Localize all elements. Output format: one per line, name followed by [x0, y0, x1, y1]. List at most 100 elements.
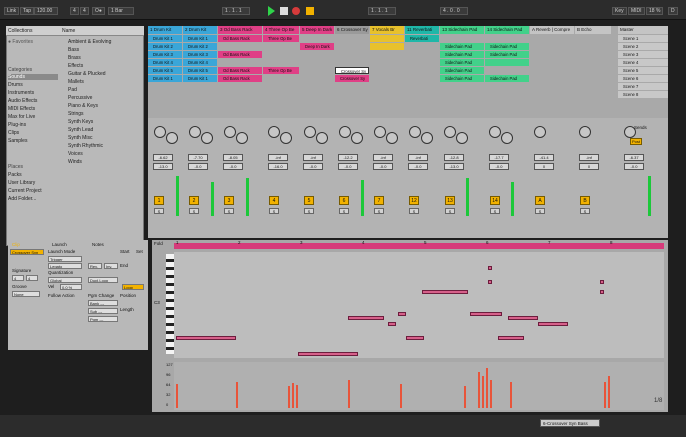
send-b-knob[interactable]: [236, 132, 248, 144]
track-activator[interactable]: 6: [339, 196, 349, 205]
track-header[interactable]: 5 Deep In Dark: [300, 26, 334, 34]
piano-keys[interactable]: [166, 254, 174, 354]
volume-readout[interactable]: -6.37: [624, 154, 644, 161]
track-activator[interactable]: 13: [445, 196, 455, 205]
pan-readout[interactable]: -0.0: [408, 163, 428, 170]
send-a-knob[interactable]: [489, 126, 501, 138]
clip-slot[interactable]: Three Op Be: [263, 67, 299, 74]
send-a-knob[interactable]: [409, 126, 421, 138]
midi-note[interactable]: [488, 266, 492, 270]
send-a-knob[interactable]: [224, 126, 236, 138]
solo-button[interactable]: S: [304, 208, 314, 214]
category-plug-ins[interactable]: Plug-ins: [8, 122, 26, 128]
clip-slot[interactable]: Crossover Sy: [335, 75, 369, 82]
velocity-bar[interactable]: [296, 385, 298, 408]
solo-button[interactable]: S: [224, 208, 234, 214]
send-a-knob[interactable]: [444, 126, 456, 138]
track-activator[interactable]: B: [580, 196, 590, 205]
send-a-knob[interactable]: [189, 126, 201, 138]
category-max-for-live[interactable]: Max for Live: [8, 114, 35, 120]
track-activator[interactable]: 3: [224, 196, 234, 205]
midi-note[interactable]: [422, 290, 468, 294]
velocity-bar[interactable]: [510, 382, 512, 408]
groove-select[interactable]: None: [12, 291, 40, 297]
send-a-knob[interactable]: [579, 126, 591, 138]
fold-button[interactable]: Fold: [154, 241, 163, 246]
midi-note[interactable]: [600, 290, 604, 294]
scene-6[interactable]: Scene 6: [618, 75, 668, 82]
send-a-knob[interactable]: [154, 126, 166, 138]
volume-readout[interactable]: -inf: [303, 154, 323, 161]
send-b-knob[interactable]: [421, 132, 433, 144]
browser-item[interactable]: Synth Lead: [68, 127, 93, 133]
pan-readout[interactable]: -16.0: [268, 163, 288, 170]
pan-readout[interactable]: -13.0: [444, 163, 464, 170]
track-header[interactable]: B Echo: [575, 26, 611, 34]
clip-slot[interactable]: Od Bass Rack: [218, 67, 262, 74]
velocity-bar[interactable]: [482, 376, 484, 408]
track-activator[interactable]: 12: [409, 196, 419, 205]
midi-note[interactable]: [508, 316, 538, 320]
volume-readout[interactable]: -inf: [268, 154, 288, 161]
browser-item[interactable]: Percussive: [68, 95, 92, 101]
send-b-knob[interactable]: [456, 132, 468, 144]
category-samples[interactable]: Samples: [8, 138, 27, 144]
solo-button[interactable]: S: [374, 208, 384, 214]
clip-slot[interactable]: Drum Kit 1: [148, 35, 182, 42]
track-activator[interactable]: 7: [374, 196, 384, 205]
scene-3[interactable]: Scene 3: [618, 51, 668, 58]
send-a-knob[interactable]: [339, 126, 351, 138]
pan-readout[interactable]: 0: [534, 163, 554, 170]
scene-4[interactable]: Scene 4: [618, 59, 668, 66]
send-b-knob[interactable]: [501, 132, 513, 144]
place-packs[interactable]: Packs: [8, 172, 22, 178]
clip-slot[interactable]: Deep In Dark: [300, 43, 334, 50]
arrangement-position[interactable]: 1 . 1 . 1: [222, 7, 250, 15]
clip-slot[interactable]: Sidechain Pad: [485, 43, 529, 50]
browser-item[interactable]: Mallets: [68, 79, 84, 85]
velocity-bar[interactable]: [292, 383, 294, 408]
track-activator[interactable]: A: [535, 196, 545, 205]
launch-mode-select[interactable]: Trigger: [48, 256, 82, 262]
track-header[interactable]: 7 Vocals Br: [370, 26, 404, 34]
clip-slot[interactable]: Drum Kit 2: [148, 43, 182, 50]
scene-2[interactable]: Scene 2: [618, 43, 668, 50]
clip-slot[interactable]: Drum Kit 1: [183, 35, 217, 42]
loop-brace[interactable]: [174, 243, 664, 249]
midi-note[interactable]: [388, 322, 396, 326]
clip-slot[interactable]: Reverbati: [405, 35, 439, 42]
legato-button[interactable]: Legato: [48, 263, 82, 269]
start-set-button[interactable]: Set: [136, 249, 143, 254]
loop-start[interactable]: 1 . 1 . 1: [368, 7, 396, 15]
stop-button[interactable]: [280, 7, 288, 15]
solo-button[interactable]: S: [189, 208, 199, 214]
play-button[interactable]: [268, 6, 275, 16]
solo-button[interactable]: S: [535, 208, 545, 214]
solo-button[interactable]: S: [445, 208, 455, 214]
browser-item[interactable]: Brass: [68, 55, 81, 61]
track-header[interactable]: 11 Reverbati: [405, 26, 439, 34]
midi-note-editor[interactable]: Fold 1 2 3 4 5 6 7 8 C3 127 96 64 32 0 1…: [152, 240, 668, 412]
clip-sig-denominator[interactable]: 4: [26, 275, 38, 281]
clip-slot[interactable]: Sidechain Pad: [440, 67, 484, 74]
solo-button[interactable]: S: [339, 208, 349, 214]
post-button[interactable]: Post: [630, 138, 642, 145]
loop-length[interactable]: 4 . 0 . 0: [440, 7, 468, 15]
place-current-project[interactable]: Current Project: [8, 188, 42, 194]
midi-note[interactable]: [538, 322, 568, 326]
master-header[interactable]: Master: [618, 26, 668, 34]
volume-readout[interactable]: -17.7: [489, 154, 509, 161]
pan-readout[interactable]: -0.0: [188, 163, 208, 170]
midi-note[interactable]: [348, 316, 384, 320]
clip-slot[interactable]: Three Op Be: [263, 35, 299, 42]
send-b-knob[interactable]: [386, 132, 398, 144]
volume-readout[interactable]: -inf: [373, 154, 393, 161]
send-a-knob[interactable]: [374, 126, 386, 138]
velocity-bar[interactable]: [490, 380, 492, 408]
scene-1[interactable]: Scene 1: [618, 35, 668, 42]
pan-readout[interactable]: -13.0: [153, 163, 173, 170]
send-a-knob[interactable]: [304, 126, 316, 138]
browser-item[interactable]: Voices: [68, 151, 83, 157]
clip-slot-selected[interactable]: Crossover Sy: [335, 67, 369, 74]
solo-button[interactable]: S: [154, 208, 164, 214]
